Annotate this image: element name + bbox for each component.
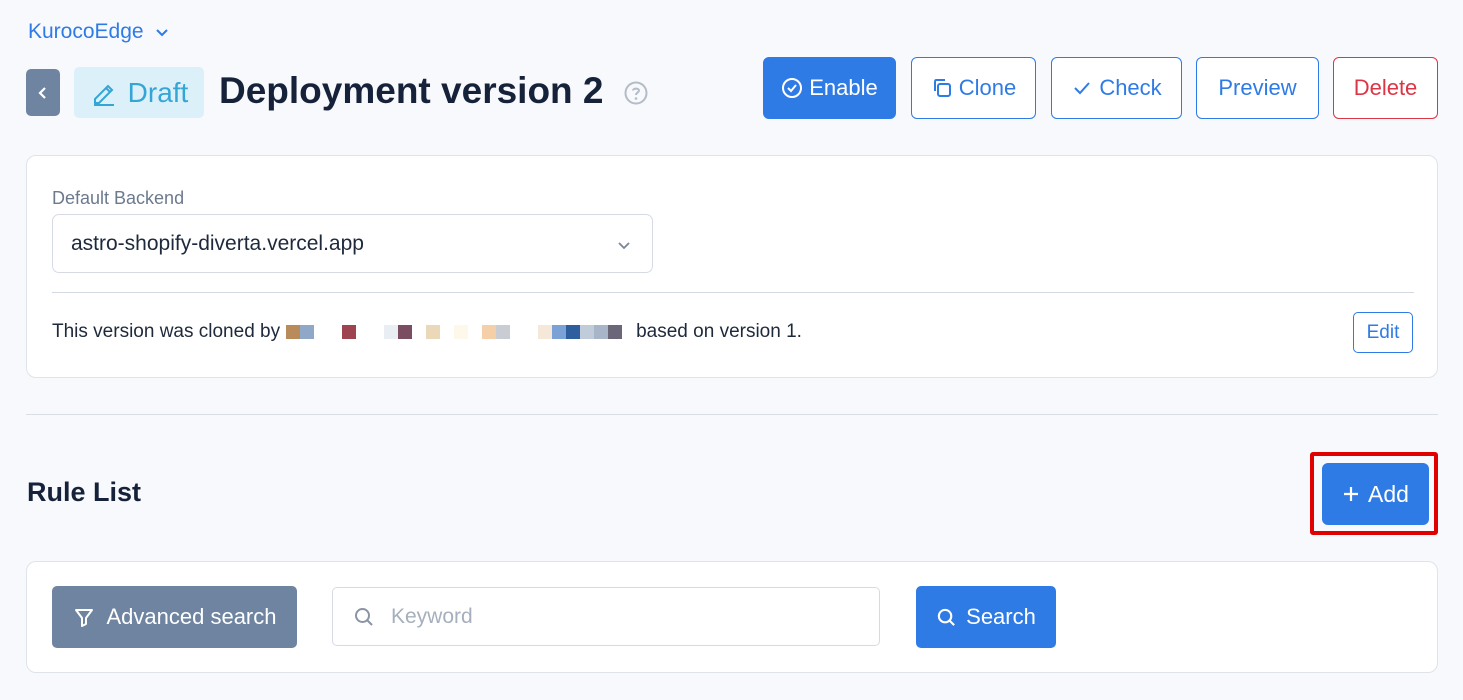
keyword-search-wrap: [332, 587, 880, 646]
clone-button[interactable]: Clone: [911, 57, 1036, 119]
filter-icon: [74, 609, 93, 627]
section-divider: [26, 414, 1438, 415]
search-icon: [355, 608, 373, 626]
project-switcher[interactable]: KurocoEdge: [28, 20, 170, 44]
preview-button[interactable]: Preview: [1196, 57, 1319, 119]
question-circle-icon[interactable]: [623, 80, 649, 106]
check-circle-icon: [782, 78, 803, 98]
chevron-down-icon: [618, 242, 630, 250]
search-card: Advanced search Search: [26, 561, 1438, 673]
clone-info: This version was cloned by based on vers…: [52, 321, 802, 343]
redacted-user-name: [286, 325, 623, 339]
back-button[interactable]: [26, 69, 60, 116]
clone-info-suffix: based on version 1.: [636, 321, 802, 342]
advanced-search-button[interactable]: Advanced search: [52, 586, 297, 648]
default-backend-label: Default Backend: [52, 188, 185, 208]
add-rule-button[interactable]: Add: [1322, 463, 1429, 525]
status-badge: Draft: [74, 67, 204, 118]
copy-icon: [933, 79, 951, 97]
card-divider: [52, 292, 1414, 293]
edit-button[interactable]: Edit: [1353, 312, 1413, 353]
delete-button[interactable]: Delete: [1333, 57, 1438, 119]
check-label: Check: [1099, 75, 1162, 100]
enable-label: Enable: [809, 75, 878, 100]
keyword-input[interactable]: [391, 588, 871, 645]
chevron-down-icon: [155, 29, 168, 37]
delete-label: Delete: [1353, 75, 1418, 100]
preview-label: Preview: [1218, 75, 1297, 100]
backend-card: Default Backend astro-shopify-diverta.ve…: [26, 155, 1438, 378]
page-title: Deployment version 2: [219, 70, 604, 111]
default-backend-value: astro-shopify-diverta.vercel.app: [71, 231, 364, 255]
clone-info-prefix: This version was cloned by: [52, 321, 281, 342]
check-icon: [1074, 82, 1091, 95]
chevron-left-icon: [38, 86, 46, 99]
rule-list-title: Rule List: [27, 477, 142, 507]
plus-icon: [1344, 487, 1359, 501]
search-label: Search: [966, 604, 1036, 629]
advanced-search-label: Advanced search: [106, 604, 277, 629]
enable-button[interactable]: Enable: [763, 57, 896, 119]
pencil-icon: [93, 84, 114, 106]
project-name: KurocoEdge: [28, 20, 144, 43]
check-button[interactable]: Check: [1051, 57, 1182, 119]
add-label: Add: [1368, 480, 1409, 507]
status-label: Draft: [127, 76, 189, 108]
default-backend-select[interactable]: astro-shopify-diverta.vercel.app: [52, 214, 653, 273]
search-button[interactable]: Search: [916, 586, 1056, 648]
clone-label: Clone: [958, 75, 1017, 100]
search-icon: [937, 608, 956, 626]
